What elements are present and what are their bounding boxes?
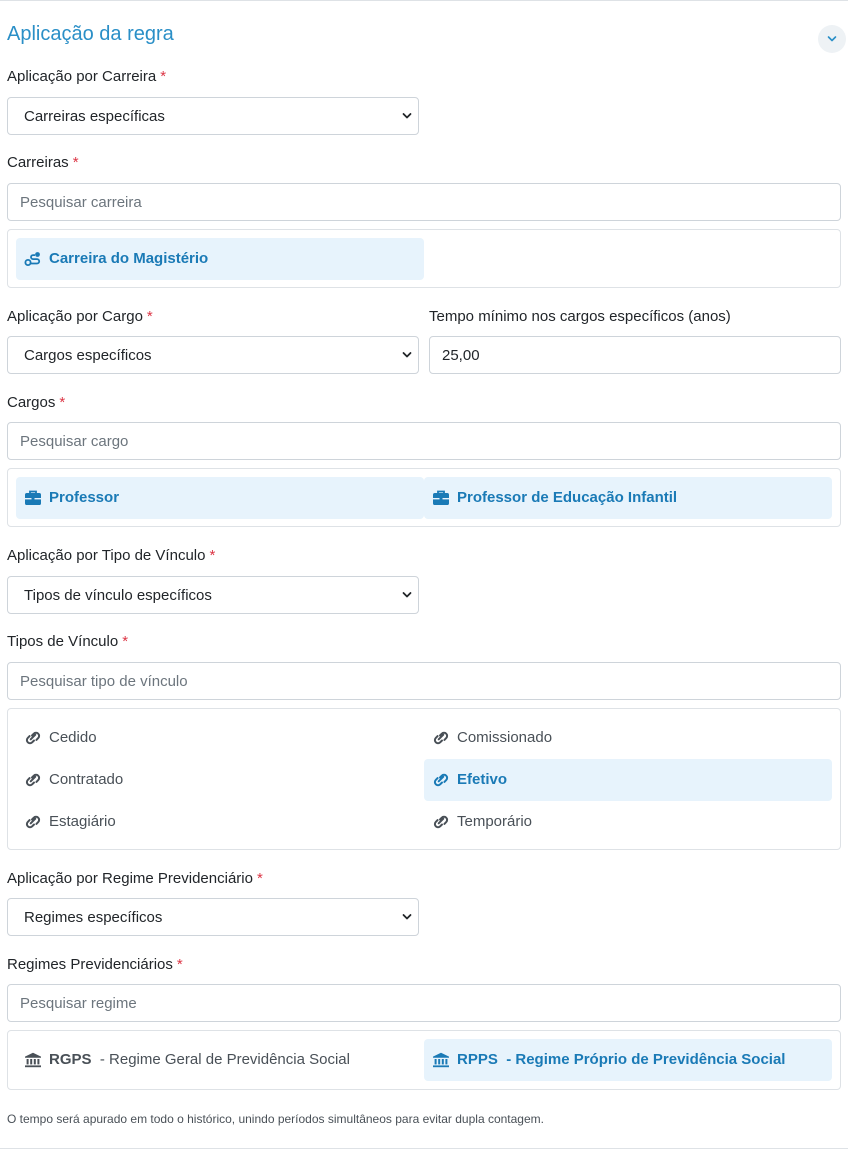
vinculo-item-contratado[interactable]: Contratado xyxy=(16,759,424,801)
select-value: Carreiras específicas xyxy=(24,107,165,125)
carreira-item-magisterio[interactable]: Carreira do Magistério xyxy=(16,238,424,280)
vinculo-list: Cedido Comissionado Contratado Efetivo E… xyxy=(7,708,841,850)
link-icon xyxy=(25,773,41,787)
carreiras-label: Carreiras * xyxy=(7,154,79,171)
chip-label: Contratado xyxy=(49,771,124,788)
chip-label: Efetivo xyxy=(457,771,508,788)
carreira-application-select[interactable]: Carreiras específicas xyxy=(7,97,419,135)
regime-item-rgps[interactable]: RGPS - Regime Geral de Previdência Socia… xyxy=(16,1039,424,1081)
regime-application-label: Aplicação por Regime Previdenciário * xyxy=(7,870,263,887)
tempo-minimo-label: Tempo mínimo nos cargos específicos (ano… xyxy=(429,308,731,325)
chevron-down-icon xyxy=(402,914,412,920)
bank-icon xyxy=(25,1052,41,1068)
route-icon xyxy=(24,252,41,266)
chip-label: RGPS - Regime Geral de Previdência Socia… xyxy=(49,1051,350,1068)
regime-abbr: RPPS xyxy=(457,1051,498,1068)
briefcase-icon xyxy=(25,490,41,505)
chip-label: Cedido xyxy=(49,729,97,746)
bank-icon xyxy=(433,1052,449,1068)
chevron-down-icon xyxy=(827,36,837,42)
chip-label: Estagiário xyxy=(49,813,116,830)
carreira-search-input[interactable] xyxy=(7,183,841,221)
link-icon xyxy=(433,731,449,745)
chip-label: Comissionado xyxy=(457,729,553,746)
chip-label: Professor de Educação Infantil xyxy=(457,489,678,506)
cargos-label: Cargos * xyxy=(7,394,66,411)
regimes-label: Regimes Previdenciários * xyxy=(7,956,183,973)
regime-item-rpps[interactable]: RPPS - Regime Próprio de Previdência Soc… xyxy=(424,1039,832,1081)
chevron-down-icon xyxy=(402,352,412,358)
cargo-list: Professor Professor de Educação Infantil xyxy=(7,468,841,527)
regime-name: - Regime Geral de Previdência Social xyxy=(99,1051,350,1068)
chip-label: Carreira do Magistério xyxy=(49,250,209,267)
section-title: Aplicação da regra xyxy=(7,23,174,45)
vinculo-item-temporario[interactable]: Temporário xyxy=(424,801,832,843)
tempo-minimo-input[interactable] xyxy=(429,336,841,374)
carreira-application-label: Aplicação por Carreira * xyxy=(7,68,167,85)
link-icon xyxy=(433,815,449,829)
bottom-divider xyxy=(0,1148,848,1149)
chevron-down-icon xyxy=(402,592,412,598)
vinculo-application-select[interactable]: Tipos de vínculo específicos xyxy=(7,576,419,614)
cargo-application-label: Aplicação por Cargo * xyxy=(7,308,153,325)
link-icon xyxy=(25,815,41,829)
collapse-button[interactable] xyxy=(818,25,846,53)
select-value: Tipos de vínculo específicos xyxy=(24,586,212,604)
footer-note: O tempo será apurado em todo o histórico… xyxy=(7,1112,544,1126)
chip-label: RPPS - Regime Próprio de Previdência Soc… xyxy=(457,1051,785,1068)
link-icon xyxy=(433,773,449,787)
vinculo-application-label: Aplicação por Tipo de Vínculo * xyxy=(7,547,216,564)
cargo-item-professor[interactable]: Professor xyxy=(16,477,424,519)
select-value: Regimes específicos xyxy=(24,908,163,926)
regime-search-input[interactable] xyxy=(7,984,841,1022)
regime-list: RGPS - Regime Geral de Previdência Socia… xyxy=(7,1030,841,1090)
regime-name: - Regime Próprio de Previdência Social xyxy=(506,1051,786,1068)
chip-label: Professor xyxy=(49,489,120,506)
regime-abbr: RGPS xyxy=(49,1051,92,1068)
briefcase-icon xyxy=(433,490,449,505)
vinculo-item-efetivo[interactable]: Efetivo xyxy=(424,759,832,801)
carreira-list: Carreira do Magistério xyxy=(7,229,841,288)
select-value: Cargos específicos xyxy=(24,346,152,364)
cargo-application-select[interactable]: Cargos específicos xyxy=(7,336,419,374)
tipos-vinculo-label: Tipos de Vínculo * xyxy=(7,633,129,650)
chevron-down-icon xyxy=(402,113,412,119)
chip-label: Temporário xyxy=(457,813,533,830)
vinculo-item-cedido[interactable]: Cedido xyxy=(16,717,424,759)
regime-application-select[interactable]: Regimes específicos xyxy=(7,898,419,936)
link-icon xyxy=(25,731,41,745)
vinculo-item-comissionado[interactable]: Comissionado xyxy=(424,717,832,759)
cargo-search-input[interactable] xyxy=(7,422,841,460)
top-divider xyxy=(0,0,848,1)
vinculo-search-input[interactable] xyxy=(7,662,841,700)
vinculo-item-estagiario[interactable]: Estagiário xyxy=(16,801,424,843)
cargo-item-professor-educacao-infantil[interactable]: Professor de Educação Infantil xyxy=(424,477,832,519)
